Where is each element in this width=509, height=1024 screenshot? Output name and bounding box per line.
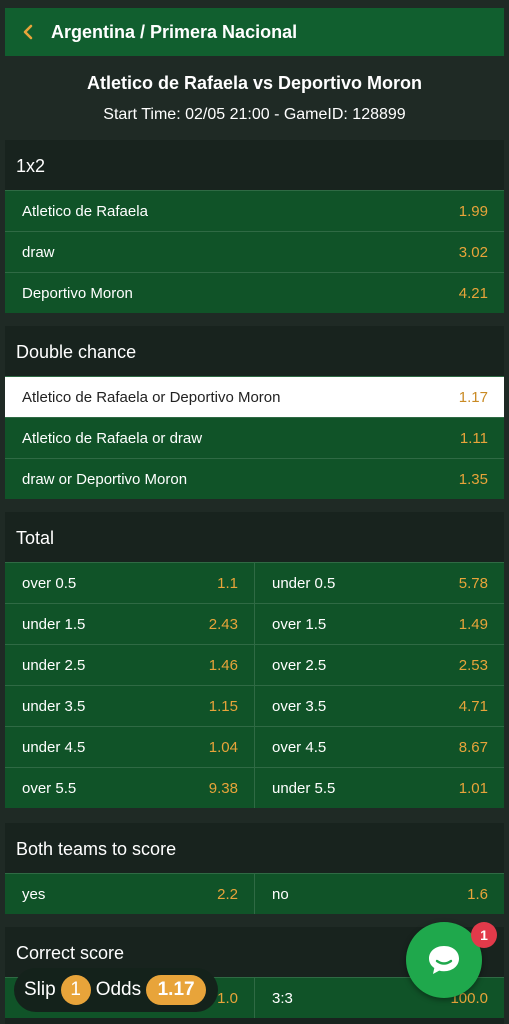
match-info: Atletico de Rafaela vs Deportivo Moron S… — [0, 70, 509, 126]
market-title: 1x2 — [16, 156, 46, 176]
market-double-chance: Double chance Atletico de Rafaela or Dep… — [5, 326, 504, 499]
odds-cell[interactable]: over 0.5 1.1 — [5, 563, 254, 603]
odds-cell[interactable]: under 5.5 1.01 — [254, 768, 504, 808]
odds-cell[interactable]: over 4.5 8.67 — [254, 727, 504, 767]
odds-row[interactable]: draw or Deportivo Moron 1.35 — [5, 458, 504, 499]
selection-label: Atletico de Rafaela or Deportivo Moron — [22, 388, 281, 406]
chat-notification-badge: 1 — [471, 922, 497, 948]
odds-row[interactable]: Atletico de Rafaela 1.99 — [5, 190, 504, 231]
odds-cell[interactable]: under 3.5 1.15 — [5, 686, 254, 726]
odds-value: 1.11 — [459, 429, 488, 447]
odds-value: 9.38 — [208, 779, 238, 797]
odds-value: 2.43 — [208, 615, 238, 633]
league-title: Argentina / Primera Nacional — [51, 21, 298, 42]
chevron-left-icon — [23, 24, 33, 40]
selection-label: over 4.5 — [272, 738, 327, 756]
odds-row-selected[interactable]: Atletico de Rafaela or Deportivo Moron 1… — [5, 376, 504, 417]
odds-value: 8.67 — [458, 738, 488, 756]
selection-label: under 3.5 — [22, 697, 86, 715]
selection-label: over 1.5 — [272, 615, 327, 633]
odds-grid-row: under 1.5 2.43 over 1.5 1.49 — [5, 603, 504, 644]
odds-grid-row: under 2.5 1.46 over 2.5 2.53 — [5, 644, 504, 685]
market-title: Double chance — [16, 342, 137, 362]
market-title: Total — [16, 528, 55, 548]
slip-count-badge: 1 — [60, 975, 91, 1005]
odds-grid-row: under 4.5 1.04 over 4.5 8.67 — [5, 726, 504, 767]
selection-label: Atletico de Rafaela — [22, 202, 148, 220]
odds-cell[interactable]: yes 2.2 — [5, 874, 254, 914]
selection-label: no — [272, 885, 289, 903]
selection-label: yes — [22, 885, 46, 903]
odds-row[interactable]: Atletico de Rafaela or draw 1.11 — [5, 417, 504, 458]
odds-value: 3.02 — [458, 243, 488, 261]
selection-label: under 0.5 — [272, 574, 336, 592]
odds-grid-row: under 3.5 1.15 over 3.5 4.71 — [5, 685, 504, 726]
selection-label: under 4.5 — [22, 738, 86, 756]
odds-cell[interactable]: over 2.5 2.53 — [254, 645, 504, 685]
odds-value: 1.1 — [217, 574, 238, 592]
odds-row[interactable]: Deportivo Moron 4.21 — [5, 272, 504, 313]
market-both-teams-to-score: Both teams to score yes 2.2 no 1.6 — [5, 823, 504, 914]
odds-cell[interactable]: no 1.6 — [254, 874, 504, 914]
selection-label: under 5.5 — [272, 779, 336, 797]
selection-label: over 0.5 — [22, 574, 77, 592]
slip-label: Slip — [24, 979, 56, 1000]
selection-label: Atletico de Rafaela or draw — [22, 429, 203, 447]
selection-label: Deportivo Moron — [22, 284, 133, 302]
odds-cell[interactable]: under 4.5 1.04 — [5, 727, 254, 767]
selection-label: draw or Deportivo Moron — [22, 470, 188, 488]
odds-value: 1.0 — [217, 989, 238, 1007]
match-subtitle: Start Time: 02/05 21:00 - GameID: 128899 — [103, 106, 406, 123]
market-total: Total over 0.5 1.1 under 0.5 5.78 under … — [5, 512, 504, 808]
odds-cell[interactable]: over 3.5 4.71 — [254, 686, 504, 726]
market-1x2: 1x2 Atletico de Rafaela 1.99 draw 3.02 D… — [5, 140, 504, 313]
selection-label: over 2.5 — [272, 656, 327, 674]
selection-label: under 2.5 — [22, 656, 86, 674]
odds-cell[interactable]: over 1.5 1.49 — [254, 604, 504, 644]
odds-value: 1.04 — [208, 738, 238, 756]
chat-bubble-icon — [429, 946, 459, 974]
odds-value: 1.46 — [208, 656, 238, 674]
app-root: Argentina / Primera Nacional Atletico de… — [0, 0, 509, 1024]
odds-value: 1.17 — [458, 388, 488, 406]
selection-label: 3:3 — [272, 989, 293, 1007]
top-bar: Argentina / Primera Nacional — [5, 8, 504, 56]
selection-label: over 5.5 — [22, 779, 77, 797]
match-title: Atletico de Rafaela vs Deportivo Moron — [86, 73, 423, 93]
odds-value: 2.2 — [217, 885, 238, 903]
odds-value: 1.49 — [458, 615, 488, 633]
market-title: Both teams to score — [16, 839, 177, 859]
odds-cell[interactable]: under 0.5 5.78 — [254, 563, 504, 603]
odds-grid-row: over 5.5 9.38 under 5.5 1.01 — [5, 767, 504, 808]
selection-label: over 3.5 — [272, 697, 327, 715]
odds-value: 1.99 — [458, 202, 488, 220]
odds-value: 5.78 — [458, 574, 488, 592]
odds-grid-row: yes 2.2 no 1.6 — [5, 873, 504, 914]
total-odds-badge: 1.17 — [146, 975, 207, 1005]
odds-cell[interactable]: over 5.5 9.38 — [5, 768, 254, 808]
odds-value: 4.71 — [458, 697, 488, 715]
odds-value: 1.35 — [458, 470, 488, 488]
odds-cell[interactable]: under 1.5 2.43 — [5, 604, 254, 644]
odds-row[interactable]: draw 3.02 — [5, 231, 504, 272]
odds-label: Odds — [95, 979, 142, 1000]
odds-value: 1.15 — [208, 697, 238, 715]
odds-value: 1.6 — [467, 885, 488, 903]
odds-value: 4.21 — [458, 284, 488, 302]
odds-value: 1.01 — [458, 779, 488, 797]
back-button[interactable] — [5, 8, 51, 56]
bet-slip-button[interactable]: Slip 1 Odds 1.17 — [14, 968, 218, 1012]
odds-grid-row: over 0.5 1.1 under 0.5 5.78 — [5, 562, 504, 603]
odds-value: 2.53 — [458, 656, 488, 674]
selection-label: draw — [22, 243, 55, 261]
odds-cell[interactable]: under 2.5 1.46 — [5, 645, 254, 685]
selection-label: under 1.5 — [22, 615, 86, 633]
